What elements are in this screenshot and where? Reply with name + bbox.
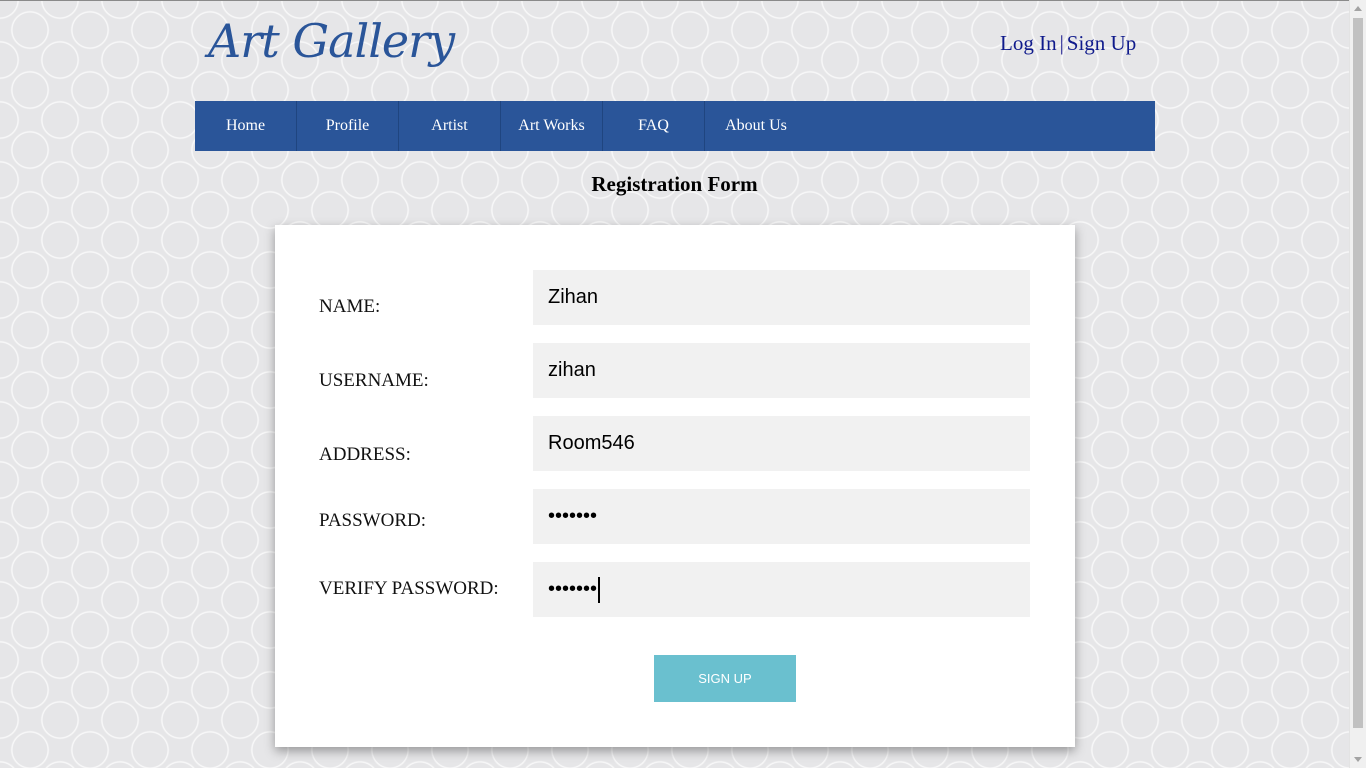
password-field[interactable]: ••••••• — [533, 489, 1030, 544]
nav-item-artist[interactable]: Artist — [399, 101, 501, 151]
address-label: ADDRESS: — [319, 444, 411, 465]
auth-links: Log In | Sign Up — [1000, 31, 1136, 56]
password-row: PASSWORD: ••••••• — [275, 489, 1075, 544]
username-label: USERNAME: — [319, 370, 429, 391]
scroll-down-arrow-icon[interactable] — [1354, 757, 1362, 762]
name-value: Zihan — [548, 286, 599, 308]
address-value: Room546 — [548, 432, 635, 454]
text-caret — [598, 576, 600, 603]
scroll-thumb[interactable] — [1353, 18, 1363, 728]
address-row: ADDRESS: Room546 — [275, 416, 1075, 471]
form-title: Registration Form — [591, 172, 758, 196]
verify-password-row: VERIFY PASSWORD: ••••••• — [275, 562, 1075, 617]
scroll-up-arrow-icon[interactable] — [1354, 6, 1362, 11]
nav-item-faq[interactable]: FAQ — [603, 101, 705, 151]
verify-password-field[interactable]: ••••••• — [533, 562, 1030, 617]
username-field[interactable]: zihan — [533, 343, 1030, 398]
password-label: PASSWORD: — [319, 510, 427, 531]
username-row: USERNAME: zihan — [275, 343, 1075, 398]
username-value: zihan — [548, 359, 596, 381]
login-link[interactable]: Log In — [1000, 31, 1057, 55]
verify-password-value: ••••••• — [548, 578, 598, 600]
auth-separator: | — [1059, 31, 1064, 55]
nav-item-about-us[interactable]: About Us — [705, 101, 807, 151]
sign-up-button[interactable]: SIGN UP — [654, 655, 796, 702]
name-row: NAME: Zihan — [275, 270, 1075, 325]
signup-link[interactable]: Sign Up — [1067, 31, 1136, 55]
nav-item-home[interactable]: Home — [195, 101, 297, 151]
address-field[interactable]: Room546 — [533, 416, 1030, 471]
verify-password-label: VERIFY PASSWORD: — [319, 578, 499, 599]
name-field[interactable]: Zihan — [533, 270, 1030, 325]
vertical-scrollbar[interactable] — [1349, 0, 1366, 768]
site-logo[interactable]: Art Gallery — [208, 14, 455, 68]
nav-item-profile[interactable]: Profile — [297, 101, 399, 151]
password-value: ••••••• — [548, 505, 598, 527]
name-label: NAME: — [319, 296, 381, 317]
window-top-border — [0, 0, 1366, 1]
main-navbar: Home Profile Artist Art Works FAQ About … — [195, 101, 1155, 151]
registration-card: NAME: Zihan USERNAME: zihan ADDRESS: Roo… — [275, 225, 1075, 747]
nav-item-art-works[interactable]: Art Works — [501, 101, 603, 151]
